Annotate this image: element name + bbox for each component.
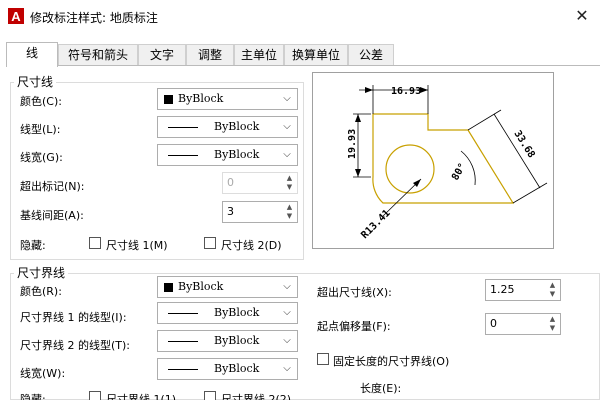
dim-lineweight-label: 线宽(G): <box>20 151 63 164</box>
chevron-down-icon: ⌵ <box>283 93 291 104</box>
linetype-sample <box>168 313 198 314</box>
spin-down-icon[interactable]: ▼ <box>283 183 296 192</box>
spin-down-icon[interactable]: ▼ <box>546 290 559 299</box>
chevron-down-icon: ⌵ <box>283 363 291 374</box>
tab-divider <box>6 65 600 66</box>
ext-color-value: ByBlock <box>178 280 224 293</box>
tab-fit[interactable]: 调整 <box>186 44 234 66</box>
spin-up-icon[interactable]: ▲ <box>283 174 296 183</box>
dim-linetype-label: 线型(L): <box>20 123 61 136</box>
dimension-lines-group-label: 尺寸线 <box>14 73 57 90</box>
dim-suppress-label: 隐藏: <box>20 239 46 252</box>
dim-baseline-label: 基线间距(A): <box>20 209 84 222</box>
linetype-sample <box>168 127 198 128</box>
tab-symbols-arrows[interactable]: 符号和箭头 <box>58 44 138 66</box>
ext-lineweight-value: ByBlock <box>214 362 260 375</box>
dim-color-label: 颜色(C): <box>20 95 62 108</box>
ext-linetype1-value: ByBlock <box>214 306 260 319</box>
spin-down-icon[interactable]: ▼ <box>283 212 296 221</box>
dimension-preview: 16.93 19.93 33.68 80° R13.41 <box>312 72 554 249</box>
dim-lineweight-select[interactable]: ByBlock ⌵ <box>157 144 298 166</box>
ext-color-label: 颜色(R): <box>20 285 62 298</box>
window-title: 修改标注样式: 地质标注 <box>30 11 158 25</box>
ext-linetype1-select[interactable]: ByBlock ⌵ <box>157 302 298 324</box>
color-swatch <box>164 95 173 104</box>
ext-extend-label: 超出尺寸线(X): <box>317 286 392 299</box>
autocad-app-icon: A <box>8 8 24 24</box>
svg-text:A: A <box>11 9 21 24</box>
dim-color-value: ByBlock <box>178 92 224 105</box>
chevron-down-icon: ⌵ <box>283 149 291 160</box>
ext-color-select[interactable]: ByBlock ⌵ <box>157 276 298 298</box>
ext-extend-spinner[interactable]: 1.25 ▲ ▼ <box>485 279 561 301</box>
ext-offset-value: 0 <box>490 317 497 330</box>
ext-offset-label: 起点偏移量(F): <box>317 320 391 333</box>
ext-lineweight-label: 线宽(W): <box>20 367 66 380</box>
dim-lineweight-value: ByBlock <box>214 148 260 161</box>
dim-suppress1-checkbox[interactable] <box>89 237 101 249</box>
dim-extend-spinner[interactable]: 0 ▲ ▼ <box>222 172 298 194</box>
tab-bar: 线 符号和箭头 文字 调整 主单位 换算单位 公差 <box>6 42 600 67</box>
ext-suppress2-checkbox[interactable] <box>204 391 216 400</box>
extension-lines-group-label: 尺寸界线 <box>14 264 69 281</box>
ext-suppress-label: 隐藏: <box>20 393 46 400</box>
dim-linetype-value: ByBlock <box>214 120 260 133</box>
chevron-down-icon: ⌵ <box>283 121 291 132</box>
dim-suppress1-label: 尺寸线 1(M) <box>106 239 168 252</box>
tab-tolerances[interactable]: 公差 <box>348 44 394 66</box>
dim-top-text: 16.93 <box>391 86 421 97</box>
lineweight-sample <box>168 369 198 370</box>
spin-up-icon[interactable]: ▲ <box>546 315 559 324</box>
tab-alternate-units[interactable]: 换算单位 <box>284 44 348 66</box>
spin-up-icon[interactable]: ▲ <box>546 281 559 290</box>
ext-linetype2-label: 尺寸界线 2 的线型(T): <box>20 339 130 352</box>
close-icon[interactable]: ✕ <box>572 6 592 26</box>
ext-fixed-length-label: 固定长度的尺寸界线(O) <box>333 355 450 368</box>
ext-lineweight-select[interactable]: ByBlock ⌵ <box>157 358 298 380</box>
dim-angle-text: 80° <box>450 161 469 182</box>
tab-primary-units[interactable]: 主单位 <box>234 44 284 66</box>
ext-linetype2-select[interactable]: ByBlock ⌵ <box>157 330 298 352</box>
dim-suppress2-label: 尺寸线 2(D) <box>221 239 282 252</box>
ext-suppress1-label: 尺寸界线 1(1) <box>106 393 177 400</box>
spin-up-icon[interactable]: ▲ <box>283 203 296 212</box>
color-swatch <box>164 283 173 292</box>
dim-extend-value: 0 <box>227 176 234 189</box>
lineweight-sample <box>168 155 198 156</box>
dim-suppress2-checkbox[interactable] <box>204 237 216 249</box>
ext-linetype1-label: 尺寸界线 1 的线型(I): <box>20 311 127 324</box>
preview-drawing: 16.93 19.93 33.68 80° R13.41 <box>347 85 548 241</box>
dim-radius-text: R13.41 <box>359 208 392 241</box>
ext-suppress2-label: 尺寸界线 2(2) <box>221 393 292 400</box>
dim-baseline-value: 3 <box>227 205 234 218</box>
ext-fixed-length-checkbox[interactable] <box>317 353 329 365</box>
dim-extend-label: 超出标记(N): <box>20 180 85 193</box>
tab-lines[interactable]: 线 <box>6 42 58 67</box>
chevron-down-icon: ⌵ <box>283 307 291 318</box>
title-bar: A 修改标注样式: 地质标注 ✕ <box>0 0 600 34</box>
dim-baseline-spinner[interactable]: 3 ▲ ▼ <box>222 201 298 223</box>
ext-suppress1-checkbox[interactable] <box>89 391 101 400</box>
tab-text[interactable]: 文字 <box>138 44 186 66</box>
ext-extend-value: 1.25 <box>490 283 515 296</box>
dim-left-text: 19.93 <box>347 129 358 159</box>
linetype-sample <box>168 341 198 342</box>
dim-right-text: 33.68 <box>511 129 536 160</box>
ext-length-label: 长度(E): <box>360 382 402 395</box>
chevron-down-icon: ⌵ <box>283 335 291 346</box>
spin-down-icon[interactable]: ▼ <box>546 324 559 333</box>
dim-linetype-select[interactable]: ByBlock ⌵ <box>157 116 298 138</box>
chevron-down-icon: ⌵ <box>283 281 291 292</box>
dim-color-select[interactable]: ByBlock ⌵ <box>157 88 298 110</box>
ext-linetype2-value: ByBlock <box>214 334 260 347</box>
ext-offset-spinner[interactable]: 0 ▲ ▼ <box>485 313 561 335</box>
